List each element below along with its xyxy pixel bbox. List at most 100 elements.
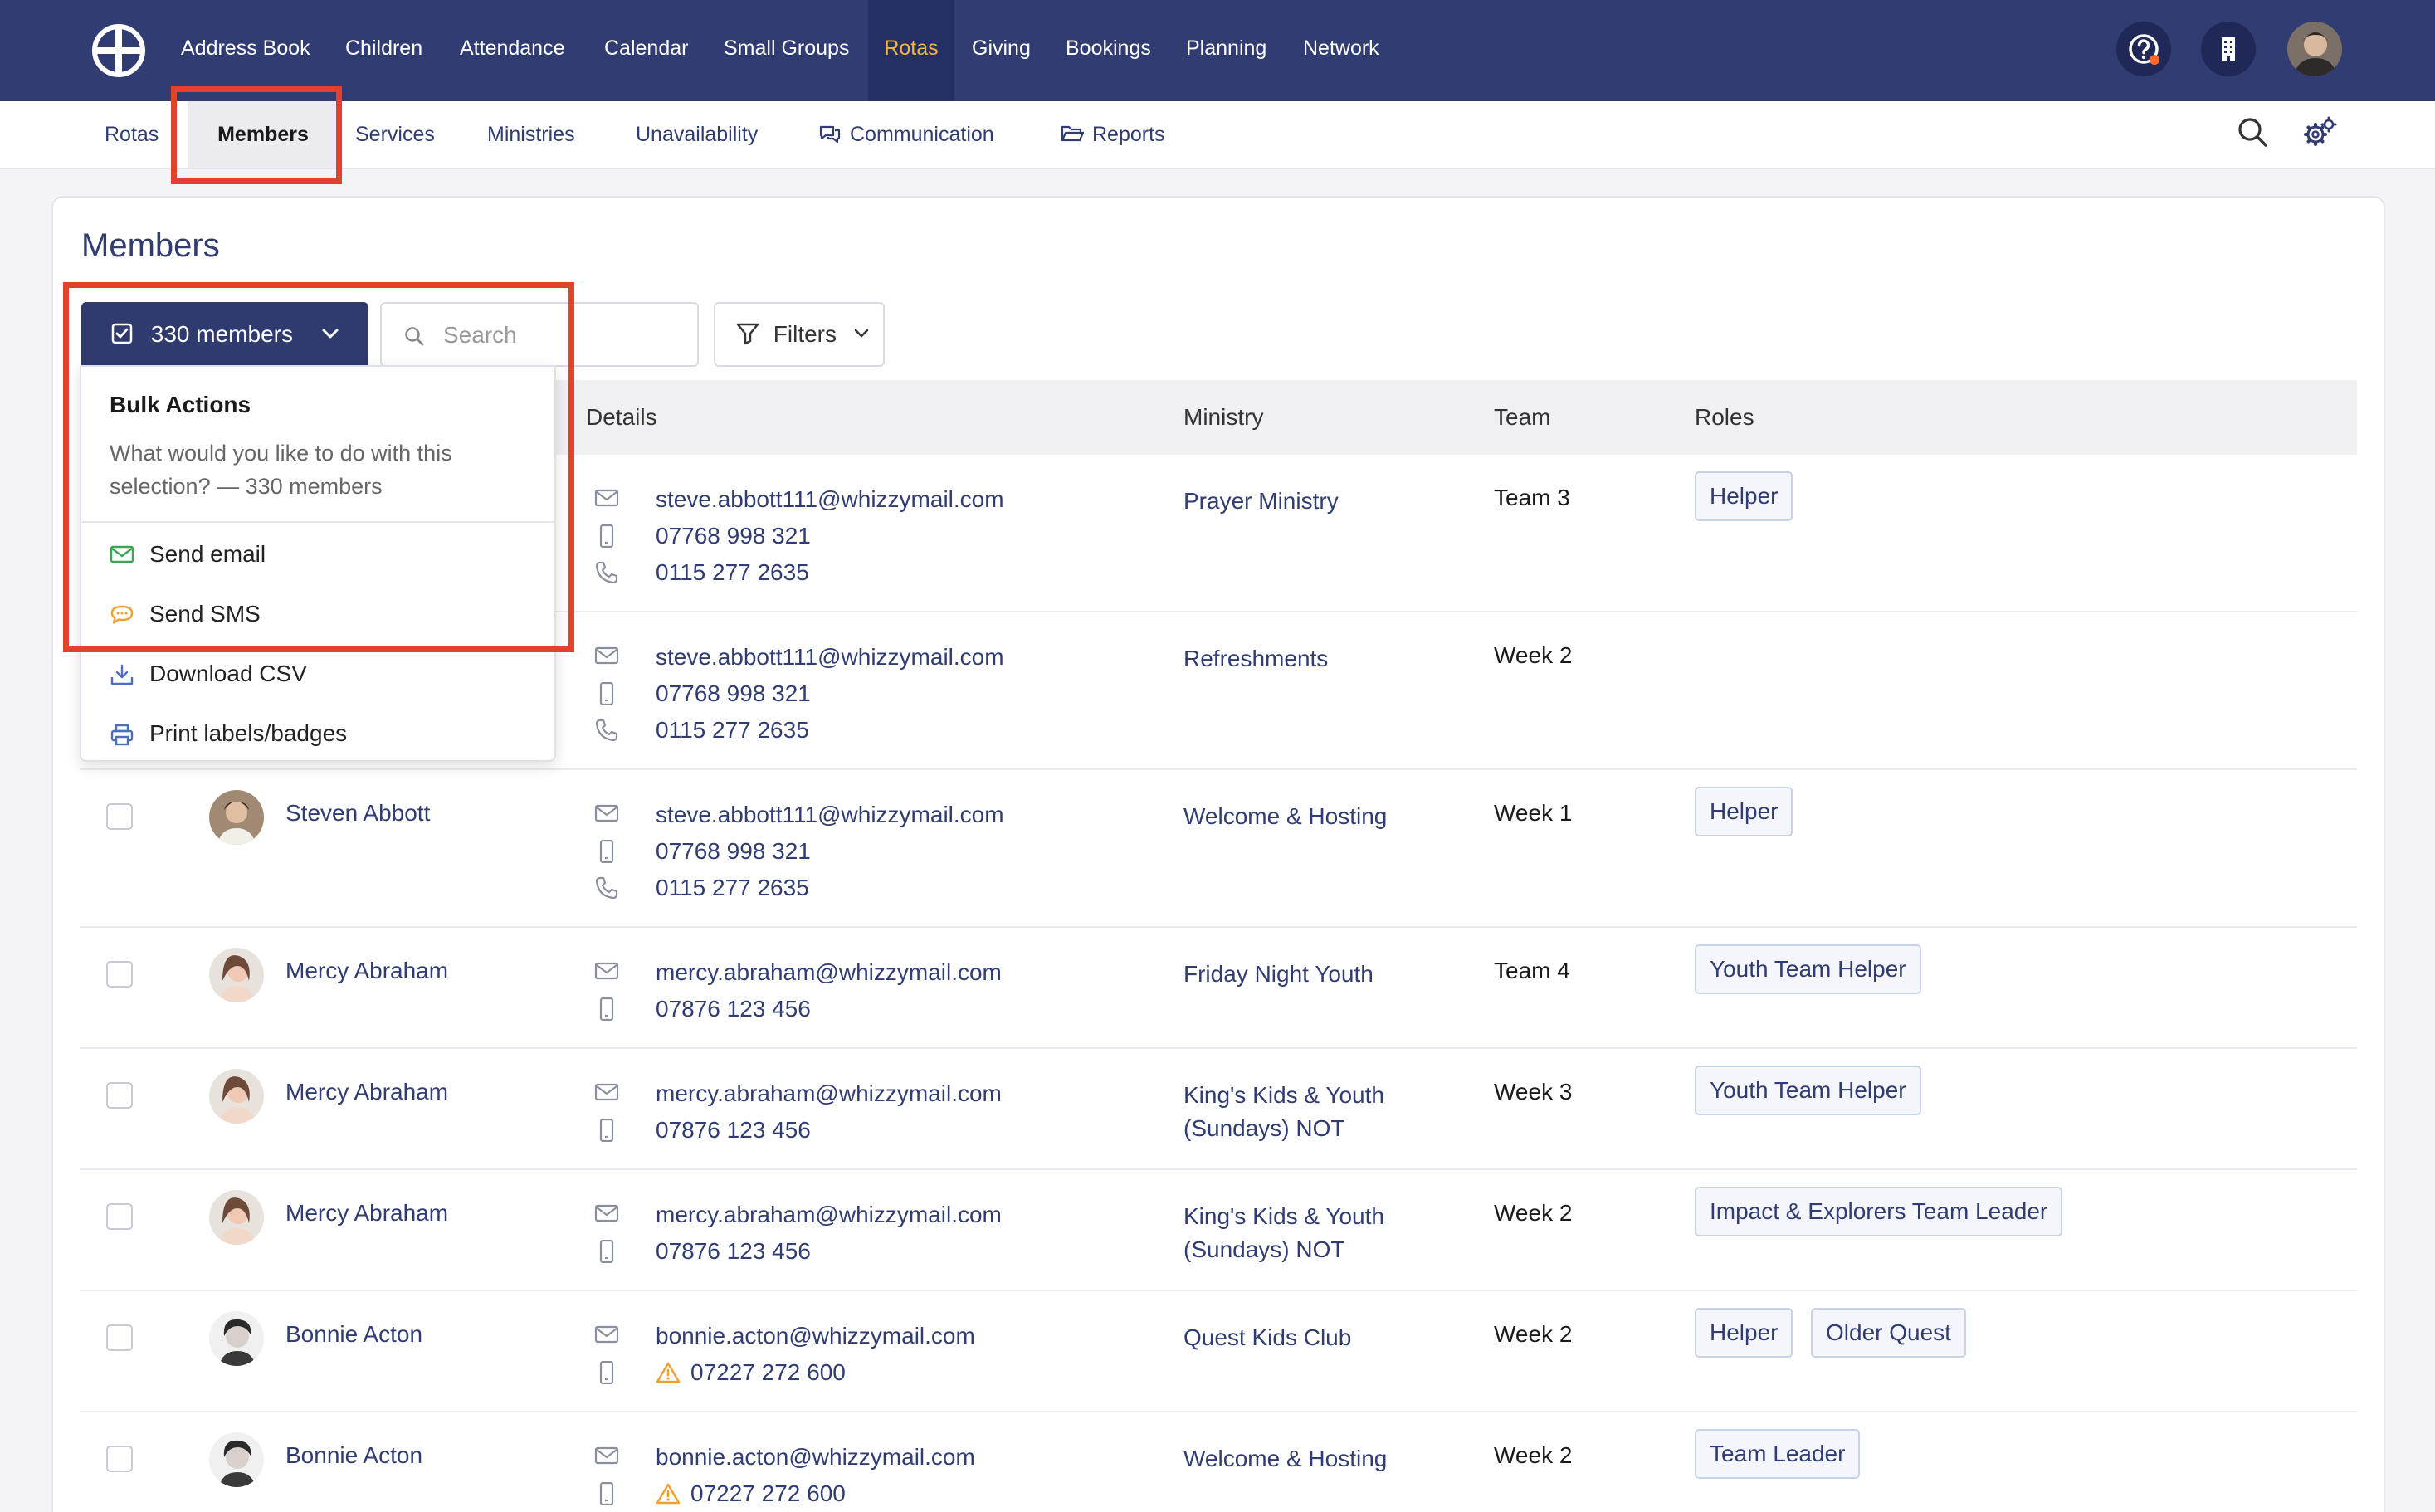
envelope-icon [594, 646, 619, 665]
church-logo-icon[interactable] [91, 23, 146, 78]
avatar[interactable] [209, 1311, 264, 1366]
nav-item-giving[interactable]: Giving [972, 0, 1031, 101]
help-circle-icon [2129, 34, 2159, 65]
column-header-team[interactable]: Team [1494, 380, 1550, 455]
mobile-phone-icon [599, 1119, 614, 1142]
table-row[interactable]: Mercy Abraham mercy.abraham@whizzymail.c… [80, 1170, 2357, 1291]
row-checkbox[interactable] [106, 803, 133, 830]
role-badge: Helper [1695, 471, 1793, 521]
member-name-link[interactable]: Steven Abbott [285, 800, 430, 827]
ministry-link[interactable]: King's Kids & Youth (Sundays) NOT [1183, 1200, 1482, 1266]
menu-divider [81, 521, 554, 523]
mobile-phone-icon [599, 1482, 614, 1505]
nav-item-address-book[interactable]: Address Book [181, 0, 310, 101]
user-photo [2287, 22, 2342, 76]
nav-item-rotas[interactable]: Rotas [868, 0, 954, 101]
help-button[interactable] [2116, 22, 2171, 76]
nav-item-calendar[interactable]: Calendar [604, 0, 688, 101]
phone-link[interactable]: 0115 277 2635 [656, 558, 809, 588]
ministry-link[interactable]: King's Kids & Youth (Sundays) NOT [1183, 1079, 1482, 1145]
table-row[interactable]: Mercy Abraham mercy.abraham@whizzymail.c… [80, 928, 2357, 1049]
row-checkbox[interactable] [106, 961, 133, 988]
selection-dropdown-button[interactable]: 330 members [81, 302, 368, 367]
organisation-button[interactable] [2201, 22, 2256, 76]
subnav-tab-rotas[interactable]: Rotas [105, 101, 159, 168]
row-checkbox[interactable] [106, 1324, 133, 1351]
mobile-phone-icon [599, 1240, 614, 1263]
member-photo [209, 1311, 264, 1366]
member-name-link[interactable]: Bonnie Acton [285, 1442, 422, 1469]
phone-link[interactable]: 0115 277 2635 [656, 715, 809, 745]
mobile-link[interactable]: 07876 123 456 [656, 1115, 811, 1145]
email-link[interactable]: mercy.abraham@whizzymail.com [656, 958, 1002, 988]
ministry-link[interactable]: Welcome & Hosting [1183, 1442, 1482, 1475]
mobile-link[interactable]: 07876 123 456 [656, 1236, 811, 1266]
nav-item-bookings[interactable]: Bookings [1066, 0, 1151, 101]
search-icon[interactable] [2236, 115, 2269, 151]
table-row[interactable]: Bonnie Acton bonnie.acton@whizzymail.com… [80, 1291, 2357, 1412]
sub-navigation-bar: Rotas Members Services Ministries Unavai… [0, 101, 2435, 169]
mobile-link[interactable]: 07768 998 321 [656, 679, 811, 709]
table-row[interactable]: Bonnie Acton bonnie.acton@whizzymail.com… [80, 1412, 2357, 1512]
subnav-tab-members[interactable]: Members [188, 101, 339, 168]
ministry-link[interactable]: Quest Kids Club [1183, 1321, 1482, 1354]
ministry-link[interactable]: Prayer Ministry [1183, 485, 1482, 518]
ministry-link[interactable]: Welcome & Hosting [1183, 800, 1482, 833]
mobile-link[interactable]: 07768 998 321 [656, 836, 811, 866]
row-checkbox[interactable] [106, 1203, 133, 1230]
phone-link[interactable]: 0115 277 2635 [656, 873, 809, 903]
member-name-link[interactable]: Bonnie Acton [285, 1321, 422, 1348]
filters-label: Filters [773, 321, 837, 347]
mobile-link[interactable]: 07876 123 456 [656, 994, 811, 1024]
filters-button[interactable]: Filters [714, 302, 885, 367]
email-link[interactable]: bonnie.acton@whizzymail.com [656, 1321, 975, 1351]
email-link[interactable]: mercy.abraham@whizzymail.com [656, 1079, 1002, 1109]
gear-icon[interactable] [2301, 115, 2337, 151]
funnel-icon [736, 323, 759, 344]
selection-count-label: 330 members [150, 321, 293, 347]
subnav-tab-services[interactable]: Services [355, 101, 435, 168]
column-header-ministry[interactable]: Ministry [1183, 380, 1263, 455]
warning-triangle-icon [656, 1483, 681, 1505]
avatar[interactable] [209, 1190, 264, 1245]
avatar[interactable] [209, 1069, 264, 1124]
nav-item-attendance[interactable]: Attendance [460, 0, 565, 101]
search-field[interactable] [380, 302, 699, 367]
envelope-icon [110, 545, 134, 563]
member-name-link[interactable]: Mercy Abraham [285, 1200, 448, 1227]
ministry-link[interactable]: Refreshments [1183, 642, 1482, 676]
member-name-link[interactable]: Mercy Abraham [285, 1079, 448, 1105]
printer-icon [110, 724, 134, 746]
user-avatar[interactable] [2287, 22, 2342, 76]
email-link[interactable]: steve.abbott111@whizzymail.com [656, 800, 1004, 830]
nav-item-small-groups[interactable]: Small Groups [724, 0, 849, 101]
subnav-tab-ministries[interactable]: Ministries [487, 101, 575, 168]
member-name-link[interactable]: Mercy Abraham [285, 958, 448, 984]
mobile-phone-icon [599, 682, 614, 705]
ministry-link[interactable]: Friday Night Youth [1183, 958, 1482, 991]
row-checkbox[interactable] [106, 1446, 133, 1472]
avatar[interactable] [209, 790, 264, 845]
subnav-tab-unavailability[interactable]: Unavailability [636, 101, 758, 168]
avatar[interactable] [209, 948, 264, 1002]
subnav-tab-communication[interactable]: Communication [818, 101, 994, 168]
email-link[interactable]: steve.abbott111@whizzymail.com [656, 642, 1004, 672]
search-input[interactable] [443, 315, 684, 355]
table-row[interactable]: Mercy Abraham mercy.abraham@whizzymail.c… [80, 1049, 2357, 1170]
mobile-link[interactable]: 07768 998 321 [656, 521, 811, 551]
email-link[interactable]: bonnie.acton@whizzymail.com [656, 1442, 975, 1472]
mobile-link[interactable]: 07227 272 600 [690, 1479, 846, 1509]
mobile-link[interactable]: 07227 272 600 [690, 1358, 846, 1388]
nav-item-network[interactable]: Network [1303, 0, 1379, 101]
row-checkbox[interactable] [106, 1082, 133, 1109]
avatar[interactable] [209, 1432, 264, 1487]
column-header-roles[interactable]: Roles [1695, 380, 1754, 455]
email-link[interactable]: steve.abbott111@whizzymail.com [656, 485, 1004, 515]
email-link[interactable]: mercy.abraham@whizzymail.com [656, 1200, 1002, 1230]
column-header-details[interactable]: Details [586, 380, 657, 455]
nav-item-children[interactable]: Children [345, 0, 422, 101]
team-label: Week 2 [1494, 1442, 1573, 1468]
nav-item-planning[interactable]: Planning [1186, 0, 1266, 101]
subnav-tab-reports[interactable]: Reports [1061, 101, 1165, 168]
table-row[interactable]: Steven Abbott steve.abbott111@whizzymail… [80, 770, 2357, 928]
